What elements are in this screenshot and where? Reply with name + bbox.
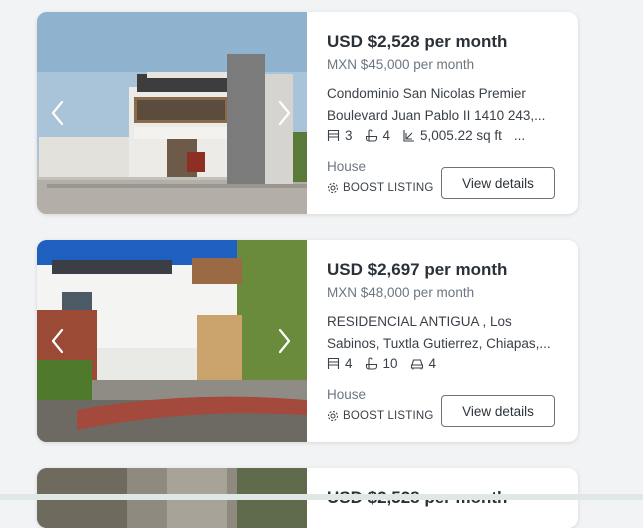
gear-icon	[328, 411, 338, 421]
listing-info: USD $2,528 per month MXN $45,000 per mon…	[327, 12, 578, 214]
address-line-1: RESIDENCIAL ANTIGUA , Los	[327, 314, 512, 329]
bed-icon	[327, 357, 340, 369]
listing-type: House	[327, 159, 367, 174]
house-photo-2	[37, 240, 307, 442]
beds-feature: 4	[327, 356, 353, 371]
address-line-2: Boulevard Juan Pablo II 1410 243,...	[327, 108, 546, 123]
area-icon	[403, 129, 415, 142]
chevron-right-icon	[278, 328, 291, 354]
view-details-button[interactable]: View details	[441, 167, 555, 199]
carousel-next-button[interactable]	[273, 326, 295, 356]
listing-photo[interactable]	[37, 240, 307, 442]
address-line-1: Condominio San Nicolas Premier	[327, 86, 526, 101]
baths-count: 4	[382, 127, 391, 143]
view-details-button[interactable]: View details	[441, 395, 555, 427]
listing-alt-price: MXN $48,000 per month	[327, 285, 475, 300]
listing-card[interactable]: USD $2,697 per month MXN $48,000 per mon…	[37, 240, 578, 442]
listing-alt-price: MXN $45,000 per month	[327, 57, 475, 72]
parking-feature: 4	[410, 355, 437, 371]
listing-price: USD $2,697 per month	[327, 260, 508, 279]
listing-card[interactable]: USD $2,528 per month MXN $45,000 per mon…	[37, 12, 578, 214]
listing-features: 4 10 4	[327, 355, 448, 371]
boost-listing-button[interactable]: BOOST LISTING	[327, 410, 434, 422]
listing-price: USD $2,528 per month	[327, 32, 508, 51]
parking-count: 4	[428, 355, 437, 371]
address-line-2: Sabinos, Tuxtla Gutierrez, Chiapas,...	[327, 336, 551, 351]
listing-info: USD $2,697 per month MXN $48,000 per mon…	[327, 240, 578, 442]
listing-features: 3 4 5,005.22 sq ft ...	[327, 127, 537, 143]
more-features: ...	[513, 127, 526, 143]
chevron-left-icon	[51, 328, 64, 354]
beds-count: 4	[345, 355, 353, 371]
bottom-bar	[0, 494, 643, 500]
area-value: 5,005.22 sq ft	[420, 127, 502, 143]
carousel-prev-button[interactable]	[47, 326, 69, 356]
bath-icon	[365, 129, 377, 142]
gear-icon	[328, 183, 338, 193]
baths-feature: 10	[365, 356, 398, 371]
boost-listing-label: BOOST LISTING	[343, 410, 434, 422]
beds-feature: 3	[327, 128, 353, 143]
baths-feature: 4	[365, 127, 391, 143]
car-icon	[410, 358, 423, 369]
carousel-prev-button[interactable]	[47, 98, 69, 128]
listing-address: Condominio San Nicolas Premier Boulevard…	[327, 83, 553, 127]
listing-photo[interactable]	[37, 12, 307, 214]
bath-icon	[365, 357, 377, 370]
boost-listing-label: BOOST LISTING	[343, 182, 434, 194]
beds-count: 3	[345, 127, 353, 143]
boost-listing-button[interactable]: BOOST LISTING	[327, 182, 434, 194]
house-photo-1	[37, 12, 307, 214]
carousel-next-button[interactable]	[273, 98, 295, 128]
listing-type: House	[327, 387, 367, 402]
listing-address: RESIDENCIAL ANTIGUA , Los Sabinos, Tuxtl…	[327, 311, 553, 355]
baths-count: 10	[382, 355, 398, 371]
area-feature: 5,005.22 sq ft	[402, 128, 502, 143]
bed-icon	[327, 129, 340, 141]
chevron-right-icon	[278, 100, 291, 126]
chevron-left-icon	[51, 100, 64, 126]
